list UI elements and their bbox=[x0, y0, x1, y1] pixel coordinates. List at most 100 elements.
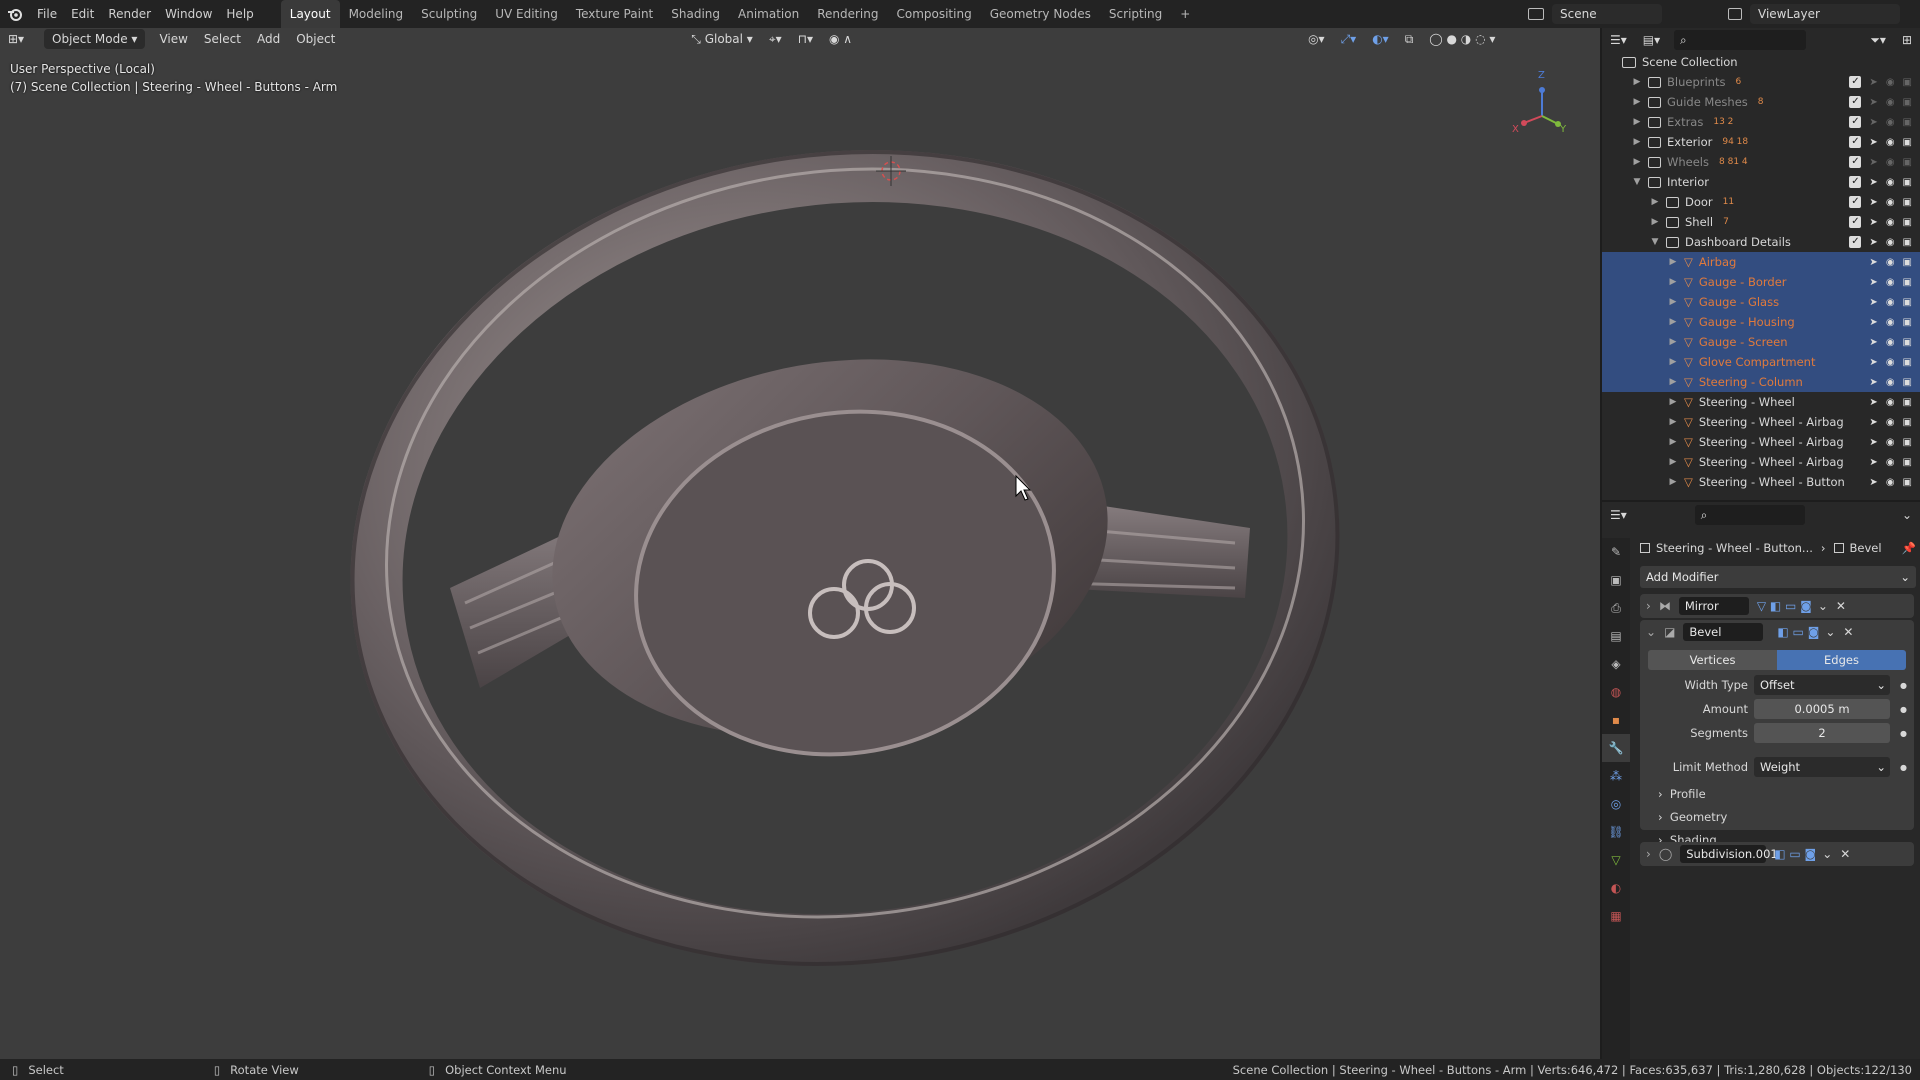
blender-logo-icon[interactable] bbox=[0, 0, 30, 28]
3d-viewport[interactable]: ⊞▾ Object Mode ▾ View Select Add Object … bbox=[0, 28, 1600, 1059]
modifier-menu-icon[interactable]: ⌄ bbox=[1818, 599, 1828, 613]
outliner-row[interactable]: ▶ Exterior 94 18 ✓ ➤ ◉ ▣ bbox=[1602, 132, 1920, 152]
select-arrow-icon[interactable]: ➤ bbox=[1869, 237, 1877, 248]
expand-right-icon[interactable]: ▶ bbox=[1668, 457, 1678, 467]
camera-icon[interactable]: ▣ bbox=[1903, 177, 1912, 188]
camera-icon[interactable]: ▣ bbox=[1903, 417, 1912, 428]
object-tab-icon[interactable]: ▪ bbox=[1602, 706, 1630, 734]
constraints-tab-icon[interactable]: ⛓ bbox=[1602, 818, 1630, 846]
expand-right-icon[interactable]: ▶ bbox=[1668, 417, 1678, 427]
expand-right-icon[interactable]: ▶ bbox=[1632, 117, 1642, 127]
menu-render[interactable]: Render bbox=[101, 0, 158, 28]
keyframe-dot-icon[interactable]: ● bbox=[1900, 705, 1907, 714]
exclude-checkbox[interactable]: ✓ bbox=[1849, 216, 1862, 228]
tab-compositing[interactable]: Compositing bbox=[887, 0, 980, 28]
modifier-mirror[interactable]: › ⧓ Mirror ▽ ◧ ▭ ◙ ⌄ ✕ bbox=[1640, 594, 1914, 618]
outliner-row[interactable]: ▶ ▽ Gauge - Border ➤ ◉ ▣ bbox=[1602, 272, 1920, 292]
camera-icon[interactable]: ▣ bbox=[1903, 337, 1912, 348]
camera-icon[interactable]: ▣ bbox=[1903, 77, 1912, 88]
editor-type-icon[interactable]: ☰▾ bbox=[1602, 505, 1635, 525]
subdivision-name-field[interactable]: Subdivision.001 bbox=[1680, 845, 1778, 863]
select-arrow-icon[interactable]: ➤ bbox=[1869, 197, 1877, 208]
select-arrow-icon[interactable]: ➤ bbox=[1869, 397, 1877, 408]
outliner-row[interactable]: ▼ Dashboard Details ✓ ➤ ◉ ▣ bbox=[1602, 232, 1920, 252]
add-workspace-icon[interactable]: + bbox=[1171, 0, 1199, 28]
tab-geometry-nodes[interactable]: Geometry Nodes bbox=[981, 0, 1100, 28]
bevel-name-field[interactable]: Bevel bbox=[1683, 623, 1764, 641]
affect-edges-button[interactable]: Edges bbox=[1777, 650, 1906, 670]
editor-type-icon[interactable]: ☰▾ bbox=[1602, 30, 1635, 50]
expand-right-icon[interactable]: ▶ bbox=[1668, 377, 1678, 387]
close-icon[interactable]: ✕ bbox=[1840, 847, 1850, 861]
tab-texture-paint[interactable]: Texture Paint bbox=[567, 0, 662, 28]
select-arrow-icon[interactable]: ➤ bbox=[1869, 137, 1877, 148]
expand-right-icon[interactable]: ▶ bbox=[1650, 197, 1660, 207]
scene-tab-icon[interactable]: ◈ bbox=[1602, 650, 1630, 678]
eye-icon[interactable]: ◉ bbox=[1886, 97, 1895, 108]
outliner-row[interactable]: ▶ ▽ Gauge - Glass ➤ ◉ ▣ bbox=[1602, 292, 1920, 312]
tab-layout[interactable]: Layout bbox=[280, 0, 340, 28]
expand-right-icon[interactable]: ▶ bbox=[1668, 477, 1678, 487]
render-tab-icon[interactable]: ▣ bbox=[1602, 566, 1630, 594]
view-layer-selector[interactable]: ViewLayer bbox=[1728, 4, 1900, 24]
view-layer-tab-icon[interactable]: ▤ bbox=[1602, 622, 1630, 650]
eye-icon[interactable]: ◉ bbox=[1886, 177, 1895, 188]
outliner-row[interactable]: ▶ ▽ Airbag ➤ ◉ ▣ bbox=[1602, 252, 1920, 272]
tab-animation[interactable]: Animation bbox=[729, 0, 808, 28]
camera-icon[interactable]: ▣ bbox=[1903, 217, 1912, 228]
camera-icon[interactable]: ▣ bbox=[1903, 157, 1912, 168]
keyframe-dot-icon[interactable]: ● bbox=[1900, 729, 1907, 738]
select-arrow-icon[interactable]: ➤ bbox=[1869, 117, 1877, 128]
outliner-search-input[interactable]: ⌕ bbox=[1674, 30, 1807, 50]
select-arrow-icon[interactable]: ➤ bbox=[1869, 417, 1877, 428]
steering-wheel-model[interactable] bbox=[0, 28, 1600, 1059]
select-arrow-icon[interactable]: ➤ bbox=[1869, 337, 1877, 348]
select-arrow-icon[interactable]: ➤ bbox=[1869, 277, 1877, 288]
modifier-toggles-icon[interactable]: ◧ ▭ ◙ bbox=[1777, 625, 1819, 639]
texture-tab-icon[interactable]: ▦ bbox=[1602, 902, 1630, 930]
outliner-row[interactable]: ▶ ▽ Steering - Column ➤ ◉ ▣ bbox=[1602, 372, 1920, 392]
eye-icon[interactable]: ◉ bbox=[1886, 197, 1895, 208]
eye-icon[interactable]: ◉ bbox=[1886, 417, 1895, 428]
world-tab-icon[interactable]: ◍ bbox=[1602, 678, 1630, 706]
camera-icon[interactable]: ▣ bbox=[1903, 257, 1912, 268]
amount-field[interactable]: 0.0005 m bbox=[1754, 699, 1890, 719]
expand-right-icon[interactable]: ▶ bbox=[1668, 257, 1678, 267]
particles-tab-icon[interactable]: ⁂ bbox=[1602, 762, 1630, 790]
select-arrow-icon[interactable]: ➤ bbox=[1869, 457, 1877, 468]
select-arrow-icon[interactable]: ➤ bbox=[1869, 97, 1877, 108]
camera-icon[interactable]: ▣ bbox=[1903, 357, 1912, 368]
eye-icon[interactable]: ◉ bbox=[1886, 337, 1895, 348]
expand-right-icon[interactable]: ▶ bbox=[1668, 357, 1678, 367]
exclude-checkbox[interactable]: ✓ bbox=[1849, 176, 1862, 188]
outliner-row[interactable]: ▶ ▽ Glove Compartment ➤ ◉ ▣ bbox=[1602, 352, 1920, 372]
modifier-menu-icon[interactable]: ⌄ bbox=[1825, 625, 1835, 639]
camera-icon[interactable]: ▣ bbox=[1903, 117, 1912, 128]
output-tab-icon[interactable]: ⎙ bbox=[1602, 594, 1630, 622]
eye-icon[interactable]: ◉ bbox=[1886, 357, 1895, 368]
select-arrow-icon[interactable]: ➤ bbox=[1869, 217, 1877, 228]
expand-right-icon[interactable]: ▶ bbox=[1668, 317, 1678, 327]
eye-icon[interactable]: ◉ bbox=[1886, 217, 1895, 228]
camera-icon[interactable]: ▣ bbox=[1903, 457, 1912, 468]
menu-window[interactable]: Window bbox=[158, 0, 219, 28]
select-arrow-icon[interactable]: ➤ bbox=[1869, 77, 1877, 88]
outliner-row[interactable]: ▶ ▽ Gauge - Housing ➤ ◉ ▣ bbox=[1602, 312, 1920, 332]
camera-icon[interactable]: ▣ bbox=[1903, 297, 1912, 308]
expand-down-icon[interactable]: ▼ bbox=[1632, 177, 1642, 187]
exclude-checkbox[interactable]: ✓ bbox=[1849, 156, 1862, 168]
eye-icon[interactable]: ◉ bbox=[1886, 117, 1895, 128]
segments-field[interactable]: 2 bbox=[1754, 723, 1890, 743]
keyframe-dot-icon[interactable]: ● bbox=[1900, 763, 1907, 772]
eye-icon[interactable]: ◉ bbox=[1886, 297, 1895, 308]
chevron-right-icon[interactable]: › bbox=[1646, 599, 1651, 613]
outliner-row[interactable]: ▶ ▽ Steering - Wheel - Airbag ➤ ◉ ▣ bbox=[1602, 412, 1920, 432]
chevron-down-icon[interactable]: ⌄ bbox=[1646, 625, 1656, 639]
expand-right-icon[interactable]: ▶ bbox=[1668, 437, 1678, 447]
modifier-toggles-icon[interactable]: ◧ ▭ ◙ bbox=[1774, 847, 1816, 861]
eye-icon[interactable]: ◉ bbox=[1886, 397, 1895, 408]
select-arrow-icon[interactable]: ➤ bbox=[1869, 257, 1877, 268]
eye-icon[interactable]: ◉ bbox=[1886, 257, 1895, 268]
modifier-tab-icon[interactable]: 🔧 bbox=[1602, 734, 1630, 762]
outliner-row[interactable]: ▶ ▽ Steering - Wheel - Button ➤ ◉ ▣ bbox=[1602, 472, 1920, 492]
